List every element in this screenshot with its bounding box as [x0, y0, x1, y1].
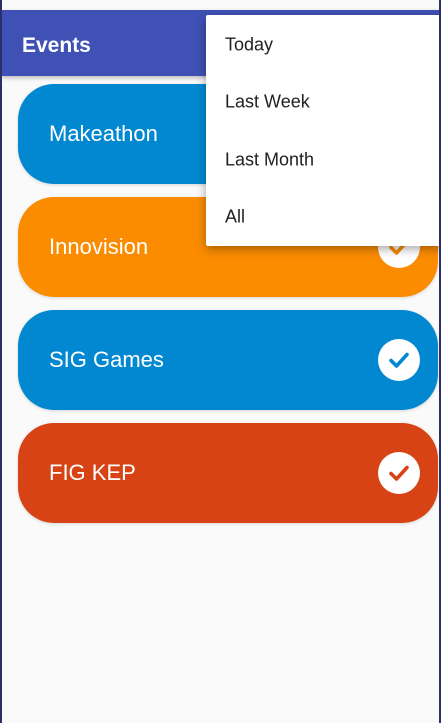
filter-dropdown-menu: Today Last Week Last Month All — [206, 15, 439, 246]
check-circle-icon[interactable] — [378, 452, 420, 494]
event-card-sig-games[interactable]: SIG Games — [18, 310, 438, 410]
checkmark-icon — [389, 352, 409, 368]
event-label: FIG KEP — [49, 460, 136, 485]
menu-item-today[interactable]: Today — [206, 17, 439, 73]
menu-item-label: Last Month — [225, 149, 315, 170]
menu-item-last-week[interactable]: Last Week — [206, 74, 439, 130]
app-title: Events — [22, 34, 91, 57]
menu-item-label: All — [225, 206, 246, 227]
event-label: Makeathon — [49, 121, 158, 146]
menu-item-label: Last Week — [225, 91, 310, 112]
events-screen: Events Makeathon Innovision SIG Games FI… — [0, 0, 441, 723]
event-label: Innovision — [49, 234, 149, 259]
menu-item-last-month[interactable]: Last Month — [206, 132, 439, 188]
event-card-fig-kep[interactable]: FIG KEP — [18, 423, 438, 523]
menu-item-label: Today — [225, 34, 274, 55]
checkmark-icon — [389, 465, 409, 481]
check-circle-icon[interactable] — [378, 339, 420, 381]
event-label: SIG Games — [49, 347, 164, 372]
menu-item-all[interactable]: All — [206, 189, 439, 245]
